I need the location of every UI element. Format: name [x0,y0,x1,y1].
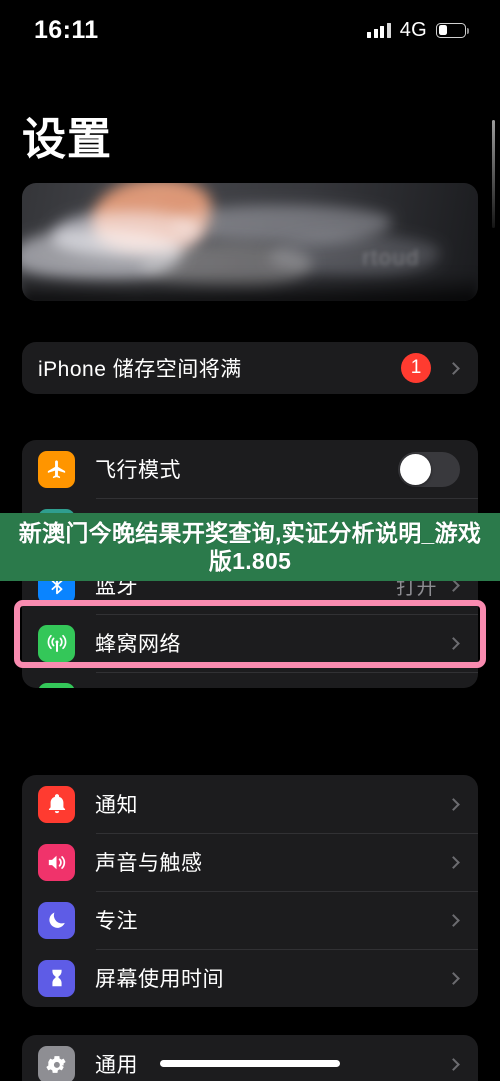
airplane-mode-toggle[interactable] [398,451,460,487]
row-label: 专注 [95,910,138,933]
row-personal-hotspot[interactable]: 个人热点 关闭 [22,672,478,688]
speaker-icon [38,843,75,881]
row-label: iPhone 储存空间将满 [38,358,242,381]
status-bar: 16:11 4G [0,0,500,60]
moon-icon [38,901,75,939]
network-type-label: 4G [399,18,427,41]
apple-id-account-card[interactable]: rtoud [22,183,478,301]
obscured-overlay: rtoud [22,183,478,301]
storage-warning-card: iPhone 储存空间将满 1 [22,342,478,394]
page-title: 设置 [22,115,112,164]
row-sounds-haptics[interactable]: 声音与触感 [22,833,478,891]
chevron-right-icon [447,1057,460,1071]
row-iphone-storage[interactable]: iPhone 储存空间将满 1 [22,342,478,394]
battery-icon [436,22,470,38]
hotspot-icon [38,682,75,688]
row-label: 屏幕使用时间 [95,968,224,991]
alerts-card: 通知 声音与触感 专注 屏幕使用时间 [22,775,478,1007]
row-label: 飞行模式 [95,459,181,482]
row-notifications[interactable]: 通知 [22,775,478,833]
chevron-right-icon [447,797,460,811]
chevron-right-icon [447,361,460,375]
row-label: 通知 [95,794,138,817]
scrollbar[interactable] [491,120,495,228]
row-label: 声音与触感 [95,852,203,875]
home-indicator[interactable] [160,1060,340,1067]
row-focus[interactable]: 专注 [22,891,478,949]
signal-bars-icon [367,22,391,38]
row-label: 蜂窝网络 [95,633,181,656]
status-bar-clock: 16:11 [34,15,99,44]
airplane-icon [38,450,75,488]
overlay-banner-text: 新澳门今晚结果开奖查询,实证分析说明_游戏版1.805 [18,519,482,574]
general-card: 通用 [22,1035,478,1081]
row-airplane-mode[interactable]: 飞行模式 [22,440,478,498]
overlay-banner: 新澳门今晚结果开奖查询,实证分析说明_游戏版1.805 [0,513,500,581]
status-bar-indicators: 4G [367,18,470,42]
status-badge: 1 [401,353,431,383]
gear-icon [38,1045,75,1081]
bell-icon [38,785,75,823]
row-general[interactable]: 通用 [22,1035,478,1081]
chevron-right-icon [447,913,460,927]
obscured-text: rtoud [362,245,420,270]
cellular-icon [38,624,75,662]
hourglass-icon [38,959,75,997]
chevron-right-icon [447,855,460,869]
chevron-right-icon [447,971,460,985]
row-value: 关闭 [396,687,437,689]
row-screen-time[interactable]: 屏幕使用时间 [22,949,478,1007]
chevron-right-icon [447,636,460,650]
row-label: 个人热点 [95,686,396,688]
row-cellular[interactable]: 蜂窝网络 [22,614,478,672]
settings-screen: 16:11 4G 设置 rtoud iPhone 储存空间将满 1 飞行模式 蓝… [0,0,500,1081]
